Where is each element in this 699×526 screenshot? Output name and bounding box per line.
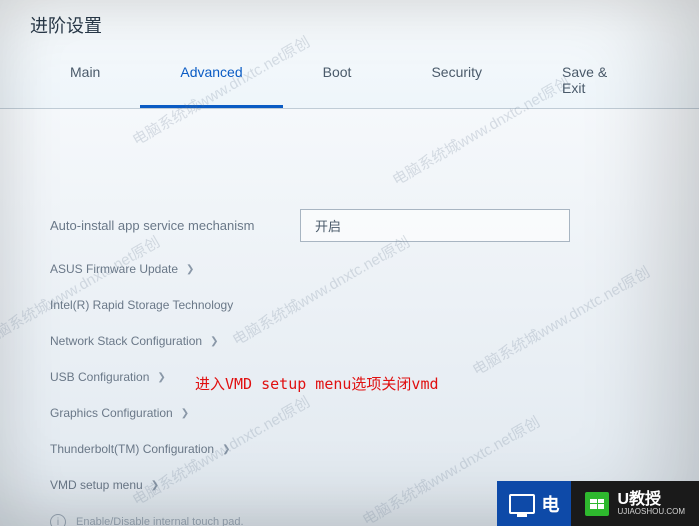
menu-label: Network Stack Configuration [50, 334, 202, 348]
content-panel: Auto-install app service mechanism 开启 AS… [0, 109, 699, 526]
menu-asus-firmware[interactable]: ASUS Firmware Update ❯ [50, 262, 649, 276]
setting-value[interactable]: 开启 [300, 209, 570, 242]
chevron-right-icon: ❯ [157, 372, 165, 383]
chevron-right-icon: ❯ [186, 264, 194, 275]
tabs-bar: Main Advanced Boot Security Save & Exit [30, 56, 669, 108]
monitor-icon [509, 494, 535, 514]
logo-brand1: 电 [497, 481, 571, 526]
annotation-text: 进入VMD setup menu选项关闭vmd [195, 373, 439, 394]
logo-brand1-text: 电 [541, 491, 559, 517]
windows-icon [585, 492, 609, 516]
tab-main[interactable]: Main [30, 56, 140, 108]
tab-save-exit[interactable]: Save & Exit [522, 56, 669, 108]
chevron-right-icon: ❯ [151, 480, 159, 491]
bios-header: 进阶设置 Main Advanced Boot Security Save & … [0, 0, 699, 109]
menu-network-stack[interactable]: Network Stack Configuration ❯ [50, 334, 649, 348]
logo-brand2: U教授 UJIAOSHOU.COM [571, 481, 699, 526]
hint-text: Enable/Disable internal touch pad. [76, 516, 244, 526]
setting-label: Auto-install app service mechanism [50, 218, 300, 233]
info-icon: i [50, 514, 66, 526]
menu-label: USB Configuration [50, 370, 149, 384]
menu-intel-rst[interactable]: Intel(R) Rapid Storage Technology [50, 298, 649, 312]
menu-label: Graphics Configuration [50, 406, 173, 420]
menu-label: ASUS Firmware Update [50, 262, 178, 276]
tab-boot[interactable]: Boot [283, 56, 392, 108]
menu-graphics-config[interactable]: Graphics Configuration ❯ [50, 406, 649, 420]
chevron-right-icon: ❯ [181, 408, 189, 419]
menu-thunderbolt-config[interactable]: Thunderbolt(TM) Configuration ❯ [50, 442, 649, 456]
logo-strip: 电 U教授 UJIAOSHOU.COM [497, 481, 699, 526]
logo-brand2-sub: UJIAOSHOU.COM [617, 508, 685, 516]
logo-brand2-main: U教授 [617, 492, 685, 508]
page-title: 进阶设置 [30, 12, 669, 38]
tab-security[interactable]: Security [391, 56, 522, 108]
chevron-right-icon: ❯ [210, 336, 218, 347]
menu-label: Thunderbolt(TM) Configuration [50, 442, 214, 456]
chevron-right-icon: ❯ [222, 444, 230, 455]
setting-auto-install[interactable]: Auto-install app service mechanism 开启 [50, 209, 649, 242]
menu-label: VMD setup menu [50, 478, 143, 492]
tab-advanced[interactable]: Advanced [140, 56, 282, 108]
menu-label: Intel(R) Rapid Storage Technology [50, 298, 233, 312]
